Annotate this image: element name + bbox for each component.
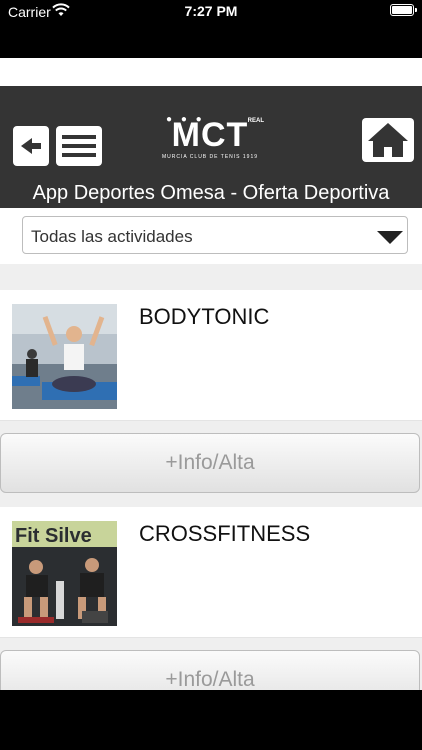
top-spacer — [0, 58, 422, 86]
select-value: Todas las actividades — [31, 227, 193, 246]
chevron-down-icon — [377, 231, 403, 244]
info-alta-button[interactable]: +Info/Alta — [0, 650, 420, 690]
info-button-row: +Info/Alta — [0, 638, 422, 690]
info-alta-button[interactable]: +Info/Alta — [0, 433, 420, 493]
logo-real: REAL — [247, 118, 264, 124]
clock: 7:27 PM — [184, 3, 238, 19]
hamburger-icon — [62, 135, 96, 157]
battery-icon — [390, 4, 417, 16]
home-button[interactable] — [362, 118, 414, 162]
activity-thumbnail — [12, 304, 117, 409]
filter-bar: Todas las actividades — [0, 208, 422, 264]
page-title: App Deportes Omesa - Oferta Deportiva — [32, 182, 390, 204]
logo-subtitle: MURCIA CLUB DE TENIS 1919 — [161, 154, 259, 160]
info-button-row: +Info/Alta — [0, 421, 422, 507]
app-content: ● ● ● REAL MCT MURCIA CLUB DE TENIS 1919… — [0, 58, 422, 690]
activity-name: BODYTONIC — [139, 304, 270, 329]
svg-text:Fit Silve: Fit Silve — [15, 525, 92, 547]
activity-card[interactable]: BODYTONIC — [0, 290, 422, 421]
bodytonic-image — [12, 304, 117, 409]
list-spacer — [0, 264, 422, 290]
club-logo: ● ● ● REAL MCT MURCIA CLUB DE TENIS 1919 — [160, 112, 264, 168]
crossfitness-image: Fit Silve — [12, 521, 117, 626]
activity-thumbnail: Fit Silve — [12, 521, 117, 626]
activity-filter-select[interactable]: Todas las actividades — [22, 216, 408, 254]
arrow-left-icon — [21, 138, 41, 154]
menu-button[interactable] — [56, 126, 102, 166]
activity-card[interactable]: Fit Silve CROSSFITNESS — [0, 507, 422, 638]
app-header: ● ● ● REAL MCT MURCIA CLUB DE TENIS 1919… — [0, 86, 422, 208]
home-icon — [368, 123, 408, 157]
activity-name: CROSSFITNESS — [139, 521, 311, 546]
logo-dots: ● ● ● — [166, 114, 205, 125]
status-bar: Carrier 7:27 PM — [0, 0, 422, 58]
back-button[interactable] — [13, 126, 49, 166]
